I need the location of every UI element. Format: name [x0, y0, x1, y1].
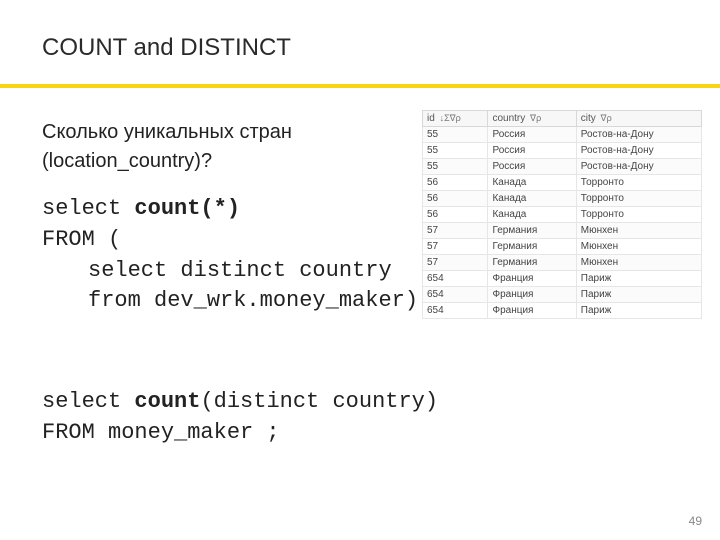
table-row: 57ГерманияМюнхен	[423, 223, 702, 239]
cell-id: 654	[423, 287, 488, 303]
col-header-city: city ∇ρ	[576, 111, 701, 127]
table: id ↓Σ∇ρ country ∇ρ city ∇ρ 55РоссияРосто…	[422, 110, 702, 319]
code2-l1a: select	[42, 389, 134, 414]
table-header-row: id ↓Σ∇ρ country ∇ρ city ∇ρ	[423, 111, 702, 127]
cell-country: Канада	[488, 207, 576, 223]
question-text: Сколько уникальных стран (location_count…	[42, 118, 382, 176]
page-title: COUNT and DISTINCT	[42, 34, 678, 62]
col-header-city-label: city	[581, 113, 596, 124]
code2-l1b: count	[134, 389, 200, 414]
cell-city: Ростов-на-Дону	[576, 143, 701, 159]
cell-city: Мюнхен	[576, 255, 701, 271]
cell-city: Париж	[576, 287, 701, 303]
cell-country: Россия	[488, 143, 576, 159]
cell-id: 57	[423, 239, 488, 255]
cell-city: Ростов-на-Дону	[576, 159, 701, 175]
table-row: 56КанадаТорронто	[423, 207, 702, 223]
cell-id: 55	[423, 143, 488, 159]
table-row: 55РоссияРостов-на-Дону	[423, 159, 702, 175]
slide: COUNT and DISTINCT Сколько уникальных ст…	[0, 0, 720, 540]
cell-id: 55	[423, 127, 488, 143]
code1-l2: FROM (	[42, 227, 121, 252]
sort-filter-icon: ↓Σ∇ρ	[440, 113, 461, 124]
cell-city: Париж	[576, 271, 701, 287]
filter-icon: ∇ρ	[530, 113, 541, 124]
col-header-id: id ↓Σ∇ρ	[423, 111, 488, 127]
table-row: 654ФранцияПариж	[423, 287, 702, 303]
cell-city: Ростов-на-Дону	[576, 127, 701, 143]
cell-id: 654	[423, 271, 488, 287]
code2-l1c: (distinct country)	[200, 389, 438, 414]
table-row: 654ФранцияПариж	[423, 303, 702, 319]
data-table: id ↓Σ∇ρ country ∇ρ city ∇ρ 55РоссияРосто…	[422, 110, 702, 319]
table-row: 56КанадаТорронто	[423, 175, 702, 191]
table-row: 55РоссияРостов-на-Дону	[423, 127, 702, 143]
cell-city: Торронто	[576, 207, 701, 223]
cell-city: Торронто	[576, 191, 701, 207]
code-block-2: select count(distinct country) FROM mone…	[42, 387, 678, 449]
cell-id: 654	[423, 303, 488, 319]
table-row: 57ГерманияМюнхен	[423, 255, 702, 271]
cell-city: Торронто	[576, 175, 701, 191]
cell-city: Мюнхен	[576, 239, 701, 255]
cell-id: 55	[423, 159, 488, 175]
col-header-id-label: id	[427, 113, 435, 124]
cell-country: Россия	[488, 159, 576, 175]
cell-country: Германия	[488, 223, 576, 239]
filter-icon: ∇ρ	[601, 113, 612, 124]
page-number: 49	[689, 514, 702, 528]
col-header-country-label: country	[492, 113, 525, 124]
cell-country: Германия	[488, 255, 576, 271]
col-header-country: country ∇ρ	[488, 111, 576, 127]
cell-id: 56	[423, 191, 488, 207]
code1-l1b: count(*)	[134, 196, 240, 221]
code1-l4a: from dev_wrk.money_maker)	[88, 288, 431, 313]
cell-country: Франция	[488, 287, 576, 303]
cell-country: Канада	[488, 191, 576, 207]
table-body: 55РоссияРостов-на-Дону55РоссияРостов-на-…	[423, 127, 702, 319]
table-row: 654ФранцияПариж	[423, 271, 702, 287]
divider	[0, 84, 720, 88]
question-line2: (location_country)?	[42, 150, 212, 172]
cell-country: Германия	[488, 239, 576, 255]
table-row: 56КанадаТорронто	[423, 191, 702, 207]
code1-l1a: select	[42, 196, 134, 221]
cell-id: 56	[423, 207, 488, 223]
cell-city: Париж	[576, 303, 701, 319]
cell-id: 57	[423, 255, 488, 271]
cell-id: 56	[423, 175, 488, 191]
cell-country: Франция	[488, 271, 576, 287]
cell-country: Россия	[488, 127, 576, 143]
question-line1: Сколько уникальных стран	[42, 121, 292, 143]
table-row: 55РоссияРостов-на-Дону	[423, 143, 702, 159]
code2-l2: FROM money_maker ;	[42, 420, 280, 445]
table-row: 57ГерманияМюнхен	[423, 239, 702, 255]
cell-country: Франция	[488, 303, 576, 319]
cell-id: 57	[423, 223, 488, 239]
cell-city: Мюнхен	[576, 223, 701, 239]
cell-country: Канада	[488, 175, 576, 191]
